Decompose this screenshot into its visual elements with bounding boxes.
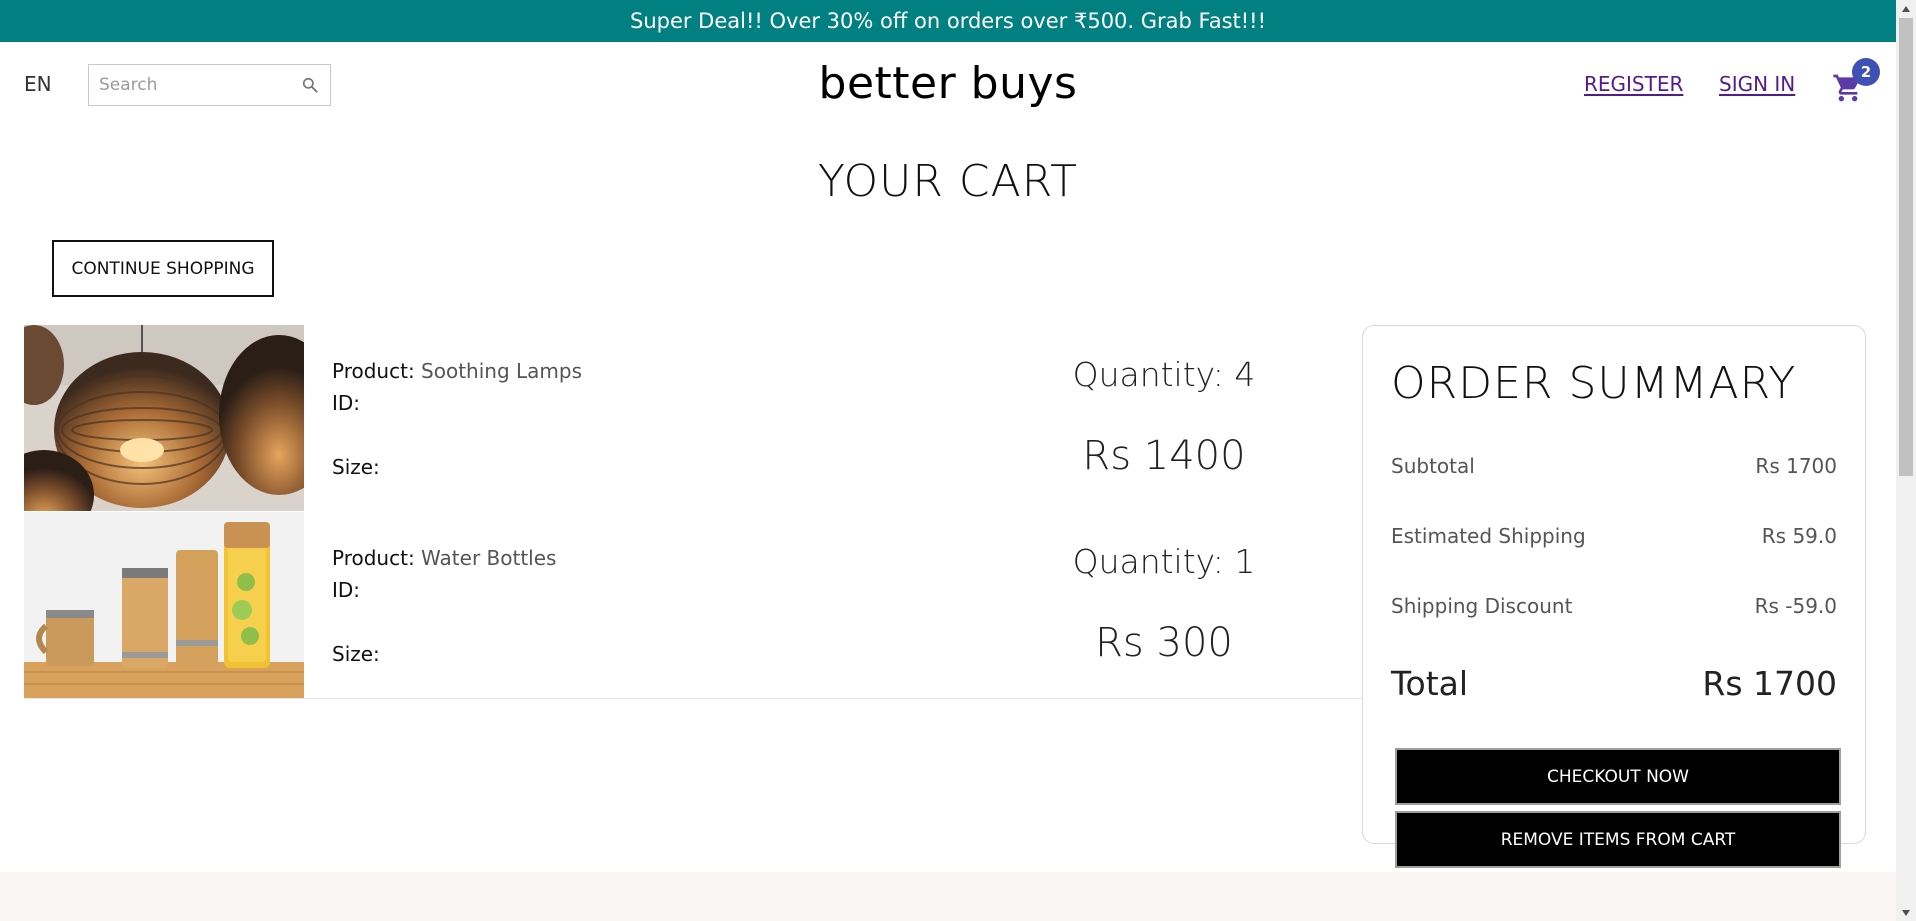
total-value: Rs 1700 — [1702, 664, 1837, 703]
footer-strip — [0, 872, 1896, 921]
product-price: Rs 300 — [1095, 620, 1233, 666]
summary-title: ORDER SUMMARY — [1391, 358, 1797, 409]
product-details: Product: Soothing Lamps ID: Size: — [332, 355, 582, 483]
lamp-photo-icon[interactable] — [24, 325, 304, 511]
total-label: Total — [1391, 664, 1469, 703]
shipping-label: Estimated Shipping — [1391, 524, 1586, 548]
product-label: Product: — [332, 359, 415, 383]
scrollbar-thumb[interactable] — [1899, 18, 1913, 476]
product-name: Water Bottles — [421, 546, 557, 570]
remove-items-button[interactable]: REMOVE ITEMS FROM CART — [1395, 811, 1841, 868]
product-size-line: Size: — [332, 638, 556, 670]
page-title: YOUR CART — [818, 156, 1078, 207]
product-name-line: Product: Soothing Lamps — [332, 355, 582, 387]
product-price: Rs 1400 — [1082, 433, 1246, 479]
shipping-value: Rs 59.0 — [1761, 524, 1837, 548]
page: Super Deal!! Over 30% off on orders over… — [0, 0, 1916, 921]
divider — [24, 698, 1362, 699]
continue-shopping-button[interactable]: CONTINUE SHOPPING — [52, 240, 274, 297]
summary-row-subtotal: Subtotal Rs 1700 — [1391, 454, 1837, 478]
product-details: Product: Water Bottles ID: Size: — [332, 542, 556, 670]
register-link[interactable]: REGISTER — [1584, 72, 1683, 96]
cart-item: Product: Water Bottles ID: Size: Quantit… — [24, 512, 1362, 698]
product-label: Product: — [332, 546, 415, 570]
navbar: EN better buys REGISTER SIGN IN 2 — [0, 42, 1896, 132]
product-id-line: ID: — [332, 574, 556, 606]
discount-label: Shipping Discount — [1391, 594, 1573, 618]
id-label: ID: — [332, 578, 361, 602]
order-summary: ORDER SUMMARY Subtotal Rs 1700 Estimated… — [1362, 325, 1866, 868]
bottles-photo-icon[interactable] — [24, 512, 304, 698]
summary-row-total: Total Rs 1700 — [1391, 664, 1837, 703]
signin-link[interactable]: SIGN IN — [1719, 72, 1795, 96]
cart-count-badge: 2 — [1852, 58, 1880, 86]
summary-row-discount: Shipping Discount Rs -59.0 — [1391, 594, 1837, 618]
id-label: ID: — [332, 391, 361, 415]
cart-item: Product: Soothing Lamps ID: Size: Quanti… — [24, 325, 1362, 511]
announcement-bar: Super Deal!! Over 30% off on orders over… — [0, 0, 1896, 42]
checkout-button[interactable]: CHECKOUT NOW — [1395, 748, 1841, 805]
scroll-down-arrow-icon[interactable] — [1896, 904, 1916, 921]
subtotal-value: Rs 1700 — [1755, 454, 1837, 478]
size-label: Size: — [332, 455, 380, 479]
scroll-up-arrow-icon[interactable] — [1896, 0, 1916, 17]
discount-value: Rs -59.0 — [1754, 594, 1837, 618]
summary-row-shipping: Estimated Shipping Rs 59.0 — [1391, 524, 1837, 548]
vertical-scrollbar[interactable] — [1896, 0, 1916, 921]
product-id-line: ID: — [332, 387, 582, 419]
announcement-text: Super Deal!! Over 30% off on orders over… — [629, 9, 1266, 33]
subtotal-label: Subtotal — [1391, 454, 1475, 478]
product-quantity: Quantity: 1 — [1072, 542, 1256, 581]
product-name-line: Product: Water Bottles — [332, 542, 556, 574]
product-size-line: Size: — [332, 451, 582, 483]
size-label: Size: — [332, 642, 380, 666]
product-name: Soothing Lamps — [421, 359, 583, 383]
cart-button[interactable]: 2 — [1832, 58, 1880, 106]
product-quantity: Quantity: 4 — [1072, 355, 1256, 394]
